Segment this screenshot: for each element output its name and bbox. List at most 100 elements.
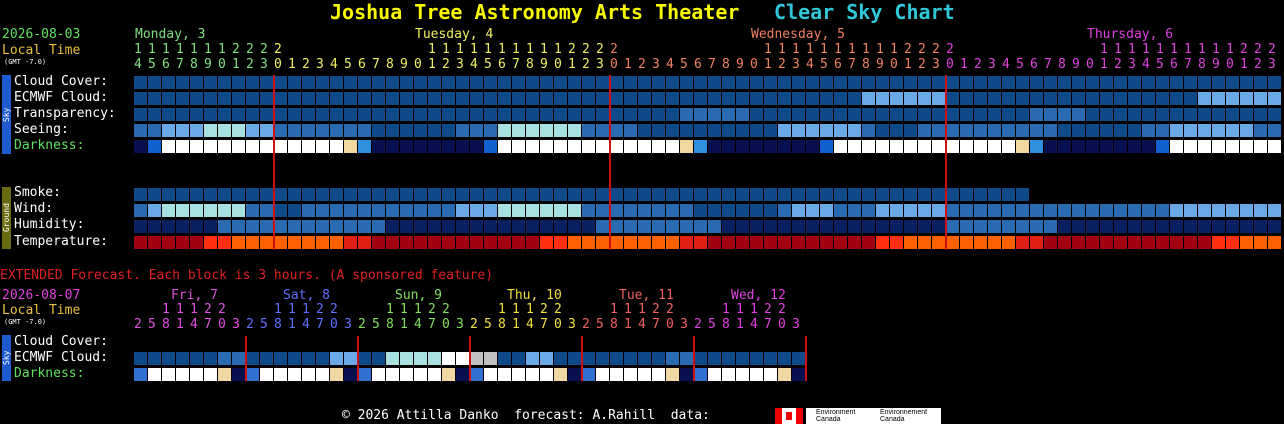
temperature-block[interactable] [372, 236, 385, 249]
smoke-block[interactable] [988, 188, 1001, 201]
humidity-block[interactable] [974, 220, 987, 233]
darkness-block[interactable] [1212, 140, 1225, 153]
darkness-block[interactable] [246, 140, 259, 153]
cloud-cover-block[interactable] [792, 76, 805, 89]
transparency-block[interactable] [1184, 108, 1197, 121]
seeing-block[interactable] [190, 124, 203, 137]
darkness-block[interactable] [470, 140, 483, 153]
seeing-block[interactable] [498, 124, 511, 137]
ecmwf-cloud-block[interactable] [316, 92, 329, 105]
temperature-block[interactable] [260, 236, 273, 249]
temperature-block[interactable] [596, 236, 609, 249]
wind-block[interactable] [1142, 204, 1155, 217]
humidity-block[interactable] [1212, 220, 1225, 233]
wind-block[interactable] [162, 204, 175, 217]
ext-ecmwf-block[interactable] [750, 352, 763, 365]
temperature-block[interactable] [1254, 236, 1267, 249]
wind-block[interactable] [456, 204, 469, 217]
wind-block[interactable] [442, 204, 455, 217]
cloud-cover-block[interactable] [848, 76, 861, 89]
ecmwf-cloud-block[interactable] [386, 92, 399, 105]
darkness-block[interactable] [974, 140, 987, 153]
darkness-block[interactable] [652, 140, 665, 153]
cloud-cover-block[interactable] [1212, 76, 1225, 89]
temperature-block[interactable] [344, 236, 357, 249]
humidity-block[interactable] [330, 220, 343, 233]
humidity-block[interactable] [624, 220, 637, 233]
humidity-block[interactable] [694, 220, 707, 233]
wind-block[interactable] [372, 204, 385, 217]
wind-block[interactable] [666, 204, 679, 217]
darkness-block[interactable] [190, 140, 203, 153]
seeing-block[interactable] [526, 124, 539, 137]
temperature-block[interactable] [806, 236, 819, 249]
ext-ecmwf-block[interactable] [596, 352, 609, 365]
humidity-block[interactable] [470, 220, 483, 233]
wind-block[interactable] [974, 204, 987, 217]
ext-darkness-block[interactable] [386, 368, 399, 381]
ext-ecmwf-block[interactable] [162, 352, 175, 365]
transparency-block[interactable] [176, 108, 189, 121]
ecmwf-cloud-block[interactable] [134, 92, 147, 105]
ext-ecmwf-block[interactable] [582, 352, 595, 365]
smoke-block[interactable] [190, 188, 203, 201]
darkness-block[interactable] [554, 140, 567, 153]
transparency-block[interactable] [344, 108, 357, 121]
ext-darkness-block[interactable] [582, 368, 595, 381]
cloud-cover-block[interactable] [1142, 76, 1155, 89]
seeing-block[interactable] [960, 124, 973, 137]
seeing-block[interactable] [918, 124, 931, 137]
temperature-block[interactable] [890, 236, 903, 249]
smoke-block[interactable] [414, 188, 427, 201]
wind-block[interactable] [918, 204, 931, 217]
wind-block[interactable] [358, 204, 371, 217]
cloud-cover-block[interactable] [540, 76, 553, 89]
cloud-cover-block[interactable] [134, 76, 147, 89]
ext-ecmwf-block[interactable] [442, 352, 455, 365]
transparency-block[interactable] [232, 108, 245, 121]
darkness-block[interactable] [1044, 140, 1057, 153]
cloud-cover-block[interactable] [358, 76, 371, 89]
seeing-block[interactable] [1128, 124, 1141, 137]
wind-block[interactable] [540, 204, 553, 217]
seeing-block[interactable] [288, 124, 301, 137]
smoke-block[interactable] [162, 188, 175, 201]
humidity-block[interactable] [666, 220, 679, 233]
smoke-block[interactable] [246, 188, 259, 201]
ecmwf-cloud-block[interactable] [750, 92, 763, 105]
smoke-block[interactable] [848, 188, 861, 201]
smoke-block[interactable] [624, 188, 637, 201]
temperature-block[interactable] [288, 236, 301, 249]
ext-darkness-block[interactable] [274, 368, 287, 381]
darkness-block[interactable] [526, 140, 539, 153]
temperature-block[interactable] [302, 236, 315, 249]
transparency-block[interactable] [596, 108, 609, 121]
smoke-block[interactable] [386, 188, 399, 201]
smoke-block[interactable] [470, 188, 483, 201]
wind-block[interactable] [134, 204, 147, 217]
wind-block[interactable] [260, 204, 273, 217]
cloud-cover-block[interactable] [1114, 76, 1127, 89]
transparency-block[interactable] [1212, 108, 1225, 121]
seeing-block[interactable] [932, 124, 945, 137]
ecmwf-cloud-block[interactable] [890, 92, 903, 105]
transparency-block[interactable] [554, 108, 567, 121]
temperature-block[interactable] [722, 236, 735, 249]
darkness-block[interactable] [1142, 140, 1155, 153]
darkness-block[interactable] [302, 140, 315, 153]
temperature-block[interactable] [918, 236, 931, 249]
ext-darkness-block[interactable] [344, 368, 357, 381]
cloud-cover-block[interactable] [1072, 76, 1085, 89]
darkness-block[interactable] [694, 140, 707, 153]
darkness-block[interactable] [1016, 140, 1029, 153]
humidity-block[interactable] [1030, 220, 1043, 233]
smoke-block[interactable] [344, 188, 357, 201]
seeing-block[interactable] [1254, 124, 1267, 137]
ext-ecmwf-block[interactable] [358, 352, 371, 365]
smoke-block[interactable] [890, 188, 903, 201]
transparency-block[interactable] [960, 108, 973, 121]
cloud-cover-block[interactable] [876, 76, 889, 89]
wind-block[interactable] [988, 204, 1001, 217]
temperature-block[interactable] [1016, 236, 1029, 249]
humidity-block[interactable] [1002, 220, 1015, 233]
